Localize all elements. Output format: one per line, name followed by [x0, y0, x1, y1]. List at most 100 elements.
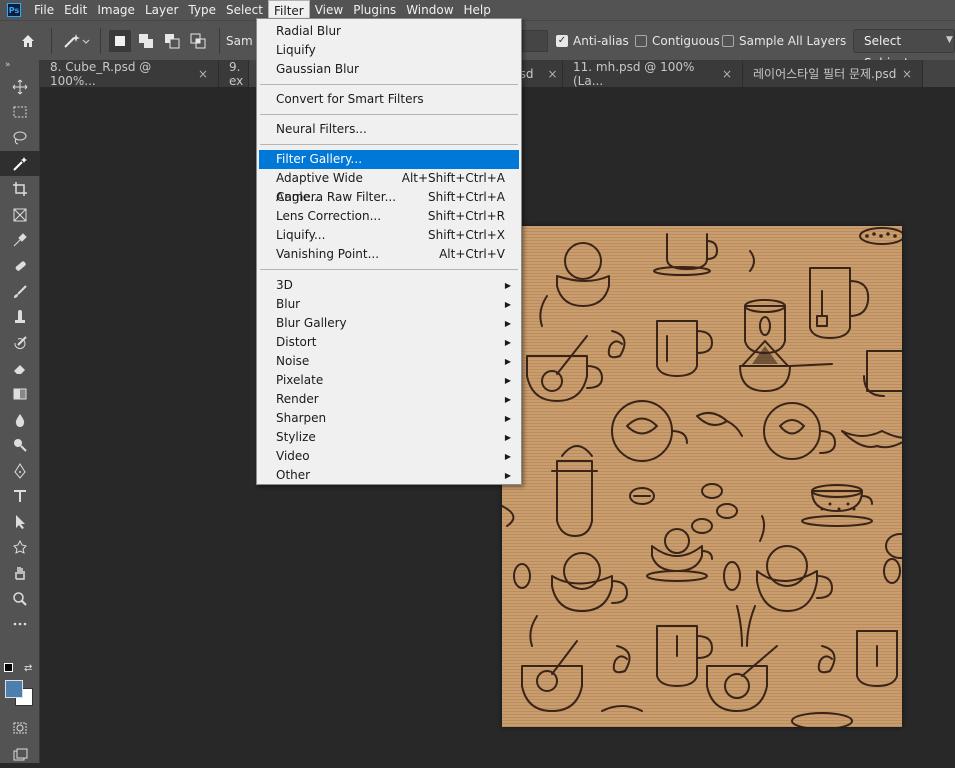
anti-alias-checkbox[interactable]: ✓ Anti-alias: [556, 34, 629, 48]
filter-menu-item[interactable]: Camera Raw Filter... Shift+Ctrl+A: [259, 188, 519, 207]
submenu-arrow-icon: ▶: [504, 338, 511, 347]
filter-menu-item[interactable]: Sharpen ▶: [259, 409, 519, 428]
menu-filter[interactable]: Filter: [268, 0, 310, 20]
document-tab[interactable]: 8. Cube_R.psd @ 100%... ×: [40, 60, 219, 88]
type-tool-icon[interactable]: [0, 484, 40, 510]
contiguous-checkbox[interactable]: Contiguous: [635, 34, 720, 48]
screen-mode-icon[interactable]: [0, 742, 40, 768]
filter-menu-item[interactable]: Blur Gallery ▶: [259, 314, 519, 333]
menu-file[interactable]: File: [29, 0, 59, 20]
filter-menu-item[interactable]: Liquify... Shift+Ctrl+X: [259, 226, 519, 245]
mores-tool-icon[interactable]: [0, 611, 40, 637]
zoom-tool-icon[interactable]: [0, 586, 40, 612]
filter-menu-item[interactable]: Radial Blur: [259, 22, 519, 41]
history-brush-tool-icon[interactable]: [0, 330, 40, 356]
menu-plugins[interactable]: Plugins: [348, 0, 401, 20]
menu-view[interactable]: View: [310, 0, 348, 20]
coffee-doodle-pattern-image: [502, 226, 902, 727]
shortcut-label: Shift+Ctrl+A: [428, 190, 505, 204]
menu-image[interactable]: Image: [92, 0, 140, 20]
submenu-arrow-icon: ▶: [504, 452, 511, 461]
marquee-tool-icon[interactable]: [0, 100, 40, 126]
filter-menu-item[interactable]: Render ▶: [259, 390, 519, 409]
submenu-arrow-icon: ▶: [504, 281, 511, 290]
collapse-panel-icon[interactable]: »: [0, 60, 39, 72]
shortcut-label: Shift+Ctrl+X: [428, 228, 505, 242]
add-to-selection-icon[interactable]: [135, 30, 157, 52]
shortcut-label: Shift+Ctrl+R: [427, 209, 505, 223]
divider: [100, 27, 101, 54]
home-icon[interactable]: [17, 30, 39, 52]
filter-menu-item[interactable]: Blur ▶: [259, 295, 519, 314]
healing-brush-tool-icon[interactable]: [0, 253, 40, 279]
filter-menu-item[interactable]: Neural Filters...: [259, 120, 519, 139]
close-icon[interactable]: ×: [722, 67, 732, 81]
select-subject-button[interactable]: Select Subject: [853, 29, 955, 70]
close-icon[interactable]: ×: [548, 67, 558, 81]
subtract-from-selection-icon[interactable]: [161, 30, 183, 52]
submenu-arrow-icon: ▶: [504, 319, 511, 328]
menu-help[interactable]: Help: [459, 0, 496, 20]
filter-menu-item[interactable]: Pixelate ▶: [259, 371, 519, 390]
menu-layer[interactable]: Layer: [140, 0, 183, 20]
submenu-arrow-icon: ▶: [504, 300, 511, 309]
hand-tool-icon[interactable]: [0, 560, 40, 586]
color-swatches[interactable]: ⇄: [4, 663, 38, 713]
dodge-tool-icon[interactable]: [0, 432, 40, 458]
tolerance-field[interactable]: [522, 30, 548, 52]
shape-tool-icon[interactable]: [0, 535, 40, 561]
document-tab[interactable]: 레이어스타일 필터 문제.psd ×: [743, 60, 923, 87]
intersect-selection-icon[interactable]: [187, 30, 209, 52]
shortcut-label: Alt+Ctrl+V: [439, 247, 505, 261]
filter-menu-item[interactable]: Liquify: [259, 41, 519, 60]
sample-all-layers-checkbox[interactable]: Sample All Layers: [722, 34, 846, 48]
sample-size-label: Sam: [226, 33, 253, 48]
menu-divider: [260, 144, 518, 145]
menu-select[interactable]: Select: [221, 0, 268, 20]
frame-tool-icon[interactable]: [0, 202, 40, 228]
checkmark-icon: ✓: [556, 35, 568, 47]
quick-mask-icon[interactable]: [0, 715, 40, 741]
menu-type[interactable]: Type: [183, 0, 221, 20]
filter-menu-item[interactable]: Noise ▶: [259, 352, 519, 371]
submenu-arrow-icon: ▶: [504, 395, 511, 404]
foreground-color-swatch[interactable]: [5, 680, 23, 698]
shortcut-label: Alt+Shift+Ctrl+A: [401, 171, 505, 185]
filter-menu-item[interactable]: Lens Correction... Shift+Ctrl+R: [259, 207, 519, 226]
filter-menu-item[interactable]: Distort ▶: [259, 333, 519, 352]
filter-menu-item[interactable]: Gaussian Blur: [259, 60, 519, 79]
move-tool-icon[interactable]: [0, 74, 40, 100]
brush-tool-icon[interactable]: [0, 279, 40, 305]
eyedropper-tool-icon[interactable]: [0, 228, 40, 254]
filter-menu-item[interactable]: 3D ▶: [259, 276, 519, 295]
gradient-tool-icon[interactable]: [0, 381, 40, 407]
swap-colors-icon[interactable]: ⇄: [24, 663, 32, 674]
blur-tool-icon[interactable]: [0, 407, 40, 433]
document-canvas[interactable]: [502, 226, 902, 727]
filter-menu-item[interactable]: Convert for Smart Filters: [259, 90, 519, 109]
filter-menu-item[interactable]: Vanishing Point... Alt+Ctrl+V: [259, 245, 519, 264]
document-tab[interactable]: 9. ex: [219, 60, 249, 88]
lasso-tool-icon[interactable]: [0, 125, 40, 151]
filter-menu-item[interactable]: Other ▶: [259, 466, 519, 485]
chevron-down-icon[interactable]: ▼: [946, 35, 953, 45]
document-tab[interactable]: 11. mh.psd @ 100% (La... ×: [563, 60, 743, 88]
filter-menu-item[interactable]: Video ▶: [259, 447, 519, 466]
menu-window[interactable]: Window: [401, 0, 458, 20]
path-selection-tool-icon[interactable]: [0, 509, 40, 535]
filter-menu-item[interactable]: Adaptive Wide Angle... Alt+Shift+Ctrl+A: [259, 169, 519, 204]
pen-tool-icon[interactable]: [0, 458, 40, 484]
magic-wand-preset-icon[interactable]: [58, 30, 94, 52]
eraser-tool-icon[interactable]: [0, 356, 40, 382]
close-icon[interactable]: ×: [902, 67, 912, 81]
menu-divider: [260, 269, 518, 270]
filter-menu-item[interactable]: Filter Gallery...: [259, 150, 519, 169]
crop-tool-icon[interactable]: [0, 176, 40, 202]
menu-edit[interactable]: Edit: [59, 0, 92, 20]
default-colors-icon[interactable]: [4, 663, 13, 672]
close-icon[interactable]: ×: [198, 67, 208, 81]
magic-wand-tool-icon[interactable]: [0, 150, 40, 177]
clone-stamp-tool-icon[interactable]: [0, 304, 40, 330]
new-selection-icon[interactable]: [109, 29, 131, 52]
filter-menu-item[interactable]: Stylize ▶: [259, 428, 519, 447]
